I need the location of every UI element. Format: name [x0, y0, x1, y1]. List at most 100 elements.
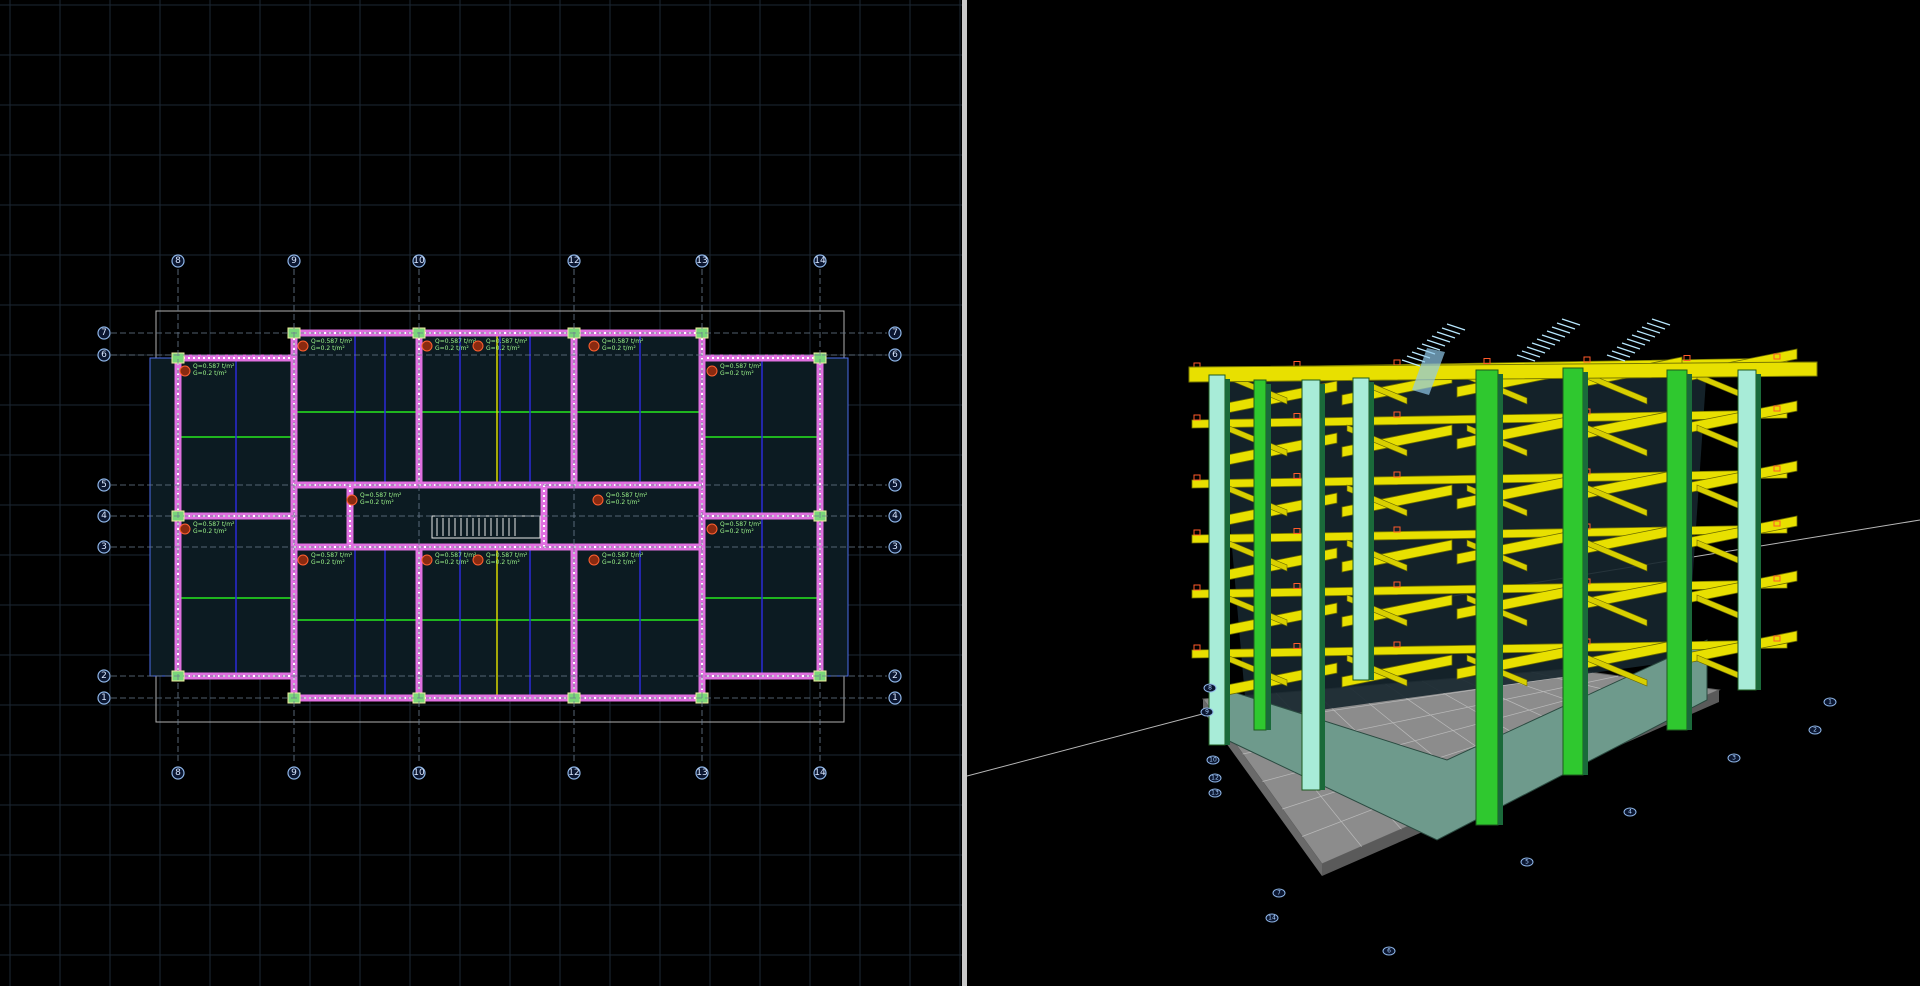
axis-bubble-3d-13[interactable]: 13 [1208, 788, 1222, 798]
stair-step [1616, 346, 1636, 354]
3d-model-viewport[interactable]: 8 9 10 12 13 14 7 6 5 4 3 2 1 [967, 0, 1920, 986]
axis-label: 4 [101, 511, 107, 521]
node-marker[interactable] [1193, 644, 1201, 651]
axis-bubble-8[interactable]: 8 [171, 766, 185, 780]
column[interactable] [1253, 379, 1267, 731]
axis-bubble-3d-10[interactable]: 10 [1206, 755, 1220, 765]
axis-bubble-6[interactable]: 6 [97, 348, 111, 362]
column[interactable] [1352, 377, 1370, 681]
floor-plan[interactable]: Q=0.587 t/m²G=0.2 t/m²Q=0.587 t/m²G=0.2 … [149, 310, 849, 723]
axis-bubble-10[interactable]: 10 [412, 766, 426, 780]
load-text-dead: G=0.2 t/m² [360, 499, 394, 506]
stair-step [1606, 354, 1626, 362]
plan-drawing-canvas[interactable]: Q=0.587 t/m²G=0.2 t/m²Q=0.587 t/m²G=0.2 … [0, 0, 962, 986]
axis-label: 7 [892, 328, 898, 338]
node-marker[interactable] [1193, 584, 1201, 591]
axis-bubble-8[interactable]: 8 [171, 254, 185, 268]
axis-bubble-13[interactable]: 13 [695, 254, 709, 268]
load-text-dead: G=0.2 t/m² [311, 559, 345, 566]
3d-model-canvas[interactable]: 8 9 10 12 13 14 7 6 5 4 3 2 1 [967, 0, 1920, 986]
axis-bubble-13[interactable]: 13 [695, 766, 709, 780]
axis-label: 6 [101, 350, 107, 360]
load-text-live: Q=0.587 t/m² [486, 338, 528, 345]
axis-bubble-10[interactable]: 10 [412, 254, 426, 268]
axis-label: 5 [101, 480, 107, 490]
axis-bubble-3[interactable]: 3 [97, 540, 111, 554]
axis-bubble-3d-9[interactable]: 9 [1200, 707, 1214, 717]
axis-label: 7 [101, 328, 107, 338]
stair-step [1426, 339, 1446, 347]
axis-bubble-12[interactable]: 12 [567, 254, 581, 268]
axis-bubble-9[interactable]: 9 [287, 254, 301, 268]
axis-label: 14 [814, 256, 826, 266]
plan-viewport[interactable]: Q=0.587 t/m² G=0.2 t/m² Q=0.587 t/m² G=0.2 … [0, 0, 962, 986]
stair-step [1446, 323, 1466, 331]
axis-bubble-4[interactable]: 4 [888, 509, 902, 523]
axis-label: 12 [568, 256, 579, 266]
load-marker-icon [588, 554, 600, 566]
stair-step [1621, 342, 1641, 350]
stair-step [1526, 346, 1546, 354]
slab-panel[interactable] [573, 546, 703, 699]
column[interactable] [1301, 379, 1321, 791]
axis-bubble-3d-3[interactable]: 3 [1727, 753, 1741, 763]
stair-step [1611, 350, 1631, 358]
column-side [1687, 374, 1692, 730]
axis-bubble-7[interactable]: 7 [97, 326, 111, 340]
axis-bubble-3[interactable]: 3 [888, 540, 902, 554]
column[interactable] [1562, 367, 1584, 776]
slab-panel[interactable] [293, 546, 420, 699]
axis-label: 3 [1732, 755, 1736, 762]
axis-bubble-3d-6[interactable]: 6 [1382, 946, 1396, 956]
axis-bubble-6[interactable]: 6 [888, 348, 902, 362]
load-marker-icon [472, 554, 484, 566]
axis-bubble-1[interactable]: 1 [888, 691, 902, 705]
load-text-dead: G=0.2 t/m² [193, 528, 227, 535]
axis-bubble-3d-1[interactable]: 1 [1823, 697, 1837, 707]
axis-bubble-9[interactable]: 9 [287, 766, 301, 780]
load-marker-icon [592, 494, 604, 506]
stair-step [1516, 354, 1536, 362]
axis-bubble-4[interactable]: 4 [97, 509, 111, 523]
stair-step [1521, 350, 1541, 358]
axis-bubble-14[interactable]: 14 [813, 254, 827, 268]
axis-bubble-3d-12[interactable]: 12 [1208, 773, 1222, 783]
axis-bubble-3d-5[interactable]: 5 [1520, 857, 1534, 867]
stair-step [1541, 334, 1561, 342]
node-marker[interactable] [1193, 474, 1201, 481]
axis-bubble-3d-14[interactable]: 14 [1265, 913, 1279, 923]
column[interactable] [1737, 369, 1757, 691]
load-marker-icon [706, 523, 718, 535]
stair-step [1631, 334, 1651, 342]
axis-bubble-5[interactable]: 5 [97, 478, 111, 492]
load-text-dead: G=0.2 t/m² [602, 345, 636, 352]
axis-bubble-2[interactable]: 2 [97, 669, 111, 683]
column[interactable] [1666, 369, 1688, 731]
stair-flight[interactable] [1606, 318, 1671, 362]
axis-bubble-2[interactable]: 2 [888, 669, 902, 683]
slab-panel[interactable] [701, 515, 821, 677]
axis-label: 2 [1813, 727, 1817, 734]
axis-bubble-3d-4[interactable]: 4 [1623, 807, 1637, 817]
slab-panel[interactable] [573, 332, 703, 486]
load-text-live: Q=0.587 t/m² [435, 338, 477, 345]
stair-flight[interactable] [1516, 318, 1581, 362]
axis-bubble-1[interactable]: 1 [97, 691, 111, 705]
axis-bubble-14[interactable]: 14 [813, 766, 827, 780]
axis-bubble-3d-7[interactable]: 7 [1272, 888, 1286, 898]
axis-bubble-5[interactable]: 5 [888, 478, 902, 492]
building-3d-model[interactable]: 8 9 10 12 13 14 7 6 5 4 3 2 1 [967, 318, 1920, 956]
column[interactable] [1475, 369, 1499, 826]
load-text-dead: G=0.2 t/m² [602, 559, 636, 566]
axis-bubble-3d-8[interactable]: 8 [1203, 683, 1217, 693]
node-marker[interactable] [1193, 529, 1201, 536]
load-marker-icon [421, 340, 433, 352]
slab-panel[interactable] [293, 332, 420, 486]
axis-bubble-3d-2[interactable]: 2 [1808, 725, 1822, 735]
node-marker[interactable] [1193, 414, 1201, 421]
stair-step [1561, 318, 1581, 326]
load-text-dead: G=0.2 t/m² [486, 345, 520, 352]
axis-bubble-12[interactable]: 12 [567, 766, 581, 780]
load-marker-icon [297, 554, 309, 566]
axis-bubble-7[interactable]: 7 [888, 326, 902, 340]
